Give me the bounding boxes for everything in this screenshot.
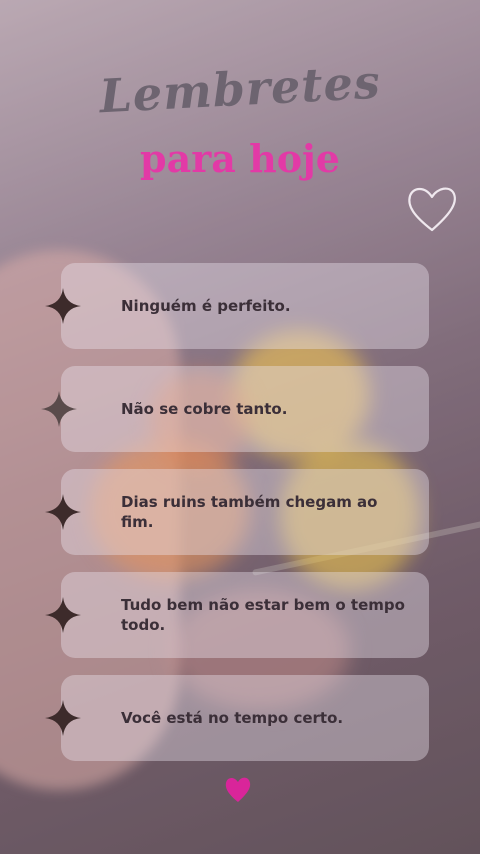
reminder-text: Você está no tempo certo. <box>121 709 344 727</box>
sparkle-icon <box>41 391 77 427</box>
reminder-text: Não se cobre tanto. <box>121 400 288 418</box>
sparkle-icon <box>45 700 81 736</box>
sparkle-icon <box>45 288 81 324</box>
reminder-card: Tudo bem não estar bem o tempo todo. <box>61 572 429 658</box>
reminder-card: Dias ruins também chegam ao fim. <box>61 469 429 555</box>
sparkle-icon <box>45 597 81 633</box>
reminder-card: Ninguém é perfeito. <box>61 263 429 349</box>
reminder-text: Dias ruins também chegam ao fim. <box>121 493 378 531</box>
reminder-text: Ninguém é perfeito. <box>121 297 291 315</box>
reminder-card: Não se cobre tanto. <box>61 366 429 452</box>
heart-filled-icon <box>225 777 251 802</box>
reminder-text: Tudo bem não estar bem o tempo todo. <box>121 596 405 634</box>
reminder-card: Você está no tempo certo. <box>61 675 429 761</box>
title-subtitle: para hoje <box>140 136 340 181</box>
heart-outline-icon <box>408 187 456 232</box>
sparkle-icon <box>45 494 81 530</box>
